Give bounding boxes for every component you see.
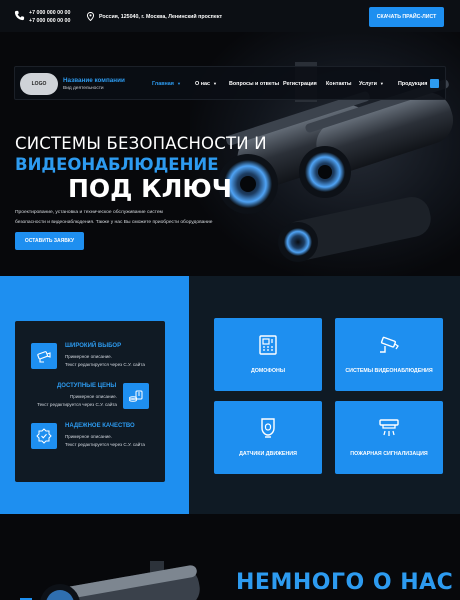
services-panel: [189, 276, 460, 514]
service-label: ПОЖАРНАЯ СИГНАЛИЗАЦИЯ: [350, 451, 428, 457]
hero-title-line3: ПОД КЛЮЧ: [68, 174, 232, 203]
service-intercoms[interactable]: ДОМОФОНЫ: [214, 318, 322, 391]
feature-text-line: Текст редактируется через С.У. сайта: [37, 401, 117, 407]
nav-item-about[interactable]: О нас ▼: [195, 81, 217, 87]
phone-icon: [14, 10, 25, 21]
hero-section: LOGO Название компании Вид деятельности …: [0, 32, 460, 276]
hero-description: Проектирование, установка и техническое …: [15, 208, 235, 228]
phone-number-1[interactable]: +7 000 000 00 00: [29, 9, 70, 17]
nav-item-registration[interactable]: Регистрация: [283, 81, 317, 87]
logo[interactable]: LOGO: [20, 73, 58, 95]
location-pin-icon: [86, 12, 95, 21]
features-section: ШИРОКИЙ ВЫБОР Примерное описание. Текст …: [0, 276, 460, 514]
top-bar: +7 000 000 00 00 +7 000 000 00 00 Россия…: [0, 0, 460, 32]
hero-title-line1: СИСТЕМЫ БЕЗОПАСНОСТИ И: [15, 134, 267, 153]
service-fire-alarm[interactable]: ПОЖАРНАЯ СИГНАЛИЗАЦИЯ: [335, 401, 443, 474]
chevron-down-icon: ▼: [176, 81, 181, 86]
nav-item-faq[interactable]: Вопросы и ответы: [229, 81, 279, 87]
phone-number-2[interactable]: +7 000 000 00 00: [29, 17, 70, 25]
chevron-down-icon: ▼: [379, 81, 384, 86]
feature-text: Примерное описание. Текст редактируется …: [32, 393, 117, 408]
service-label: ДОМОФОНЫ: [250, 368, 286, 374]
nav-item-contacts[interactable]: Контакты: [326, 81, 351, 87]
nav-item-label: Главная: [152, 81, 174, 87]
about-camera-image: [20, 561, 200, 600]
camera-icon: [31, 343, 57, 369]
address: Россия, 125040, г. Москва, Ленинский про…: [99, 14, 223, 20]
service-label: СИСТЕМЫ ВИДЕОНАБЛЮДЕНИЯ: [345, 368, 433, 374]
company-name[interactable]: Название компании: [63, 77, 125, 84]
main-navbar: LOGO Название компании Вид деятельности …: [14, 66, 446, 100]
download-price-button[interactable]: СКАЧАТЬ ПРАЙС-ЛИСТ: [369, 7, 444, 27]
service-cctv[interactable]: СИСТЕМЫ ВИДЕОНАБЛЮДЕНИЯ: [335, 318, 443, 391]
about-section: НЕМНОГО О НАС: [0, 514, 460, 600]
about-title: НЕМНОГО О НАС: [236, 570, 454, 595]
quality-badge-icon: [31, 423, 57, 449]
nav-item-home[interactable]: Главная ▼: [152, 81, 181, 87]
nav-more-icon[interactable]: [430, 79, 439, 88]
chevron-down-icon: ▼: [212, 81, 217, 86]
feature-title: НАДЕЖНОЕ КАЧЕСТВО: [65, 423, 135, 429]
feature-text-line: Текст редактируется через С.У. сайта: [65, 361, 145, 367]
feature-text: Примерное описание. Текст редактируется …: [65, 433, 145, 448]
service-label: ДАТЧИКИ ДВИЖЕНИЯ: [239, 451, 297, 457]
service-motion-sensors[interactable]: ДАТЧИКИ ДВИЖЕНИЯ: [214, 401, 322, 474]
feature-title: ШИРОКИЙ ВЫБОР: [65, 343, 122, 349]
advantages-card: ШИРОКИЙ ВЫБОР Примерное описание. Текст …: [15, 321, 165, 482]
hero-title-line2: ВИДЕОНАБЛЮДЕНИЕ: [15, 155, 219, 174]
money-icon: [123, 383, 149, 409]
company-activity: Вид деятельности: [63, 86, 104, 91]
feature-text: Примерное описание. Текст редактируется …: [65, 353, 145, 368]
feature-text-line: Примерное описание.: [69, 394, 117, 399]
leave-request-button[interactable]: ОСТАВИТЬ ЗАЯВКУ: [15, 232, 84, 250]
nav-item-label: Услуги: [359, 81, 377, 87]
motion-sensor-icon: [261, 418, 275, 438]
feature-text-line: Текст редактируется через С.У. сайта: [65, 441, 145, 447]
feature-text-line: Примерное описание.: [65, 434, 113, 439]
nav-item-label: О нас: [195, 81, 210, 87]
nav-item-products[interactable]: Продукция: [398, 81, 427, 87]
intercom-icon: [259, 335, 277, 355]
cctv-icon: [380, 336, 399, 353]
hero-description-line: Проектирование, установка и техническое …: [15, 210, 163, 215]
hero-description-line: безопасности и видеонаблюдения. Также у …: [15, 220, 213, 225]
fire-alarm-icon: [379, 419, 399, 436]
feature-text-line: Примерное описание.: [65, 354, 113, 359]
feature-title: ДОСТУПНЫЕ ЦЕНЫ: [57, 383, 117, 389]
phone-numbers[interactable]: +7 000 000 00 00 +7 000 000 00 00: [29, 9, 70, 25]
nav-item-services[interactable]: Услуги ▼: [359, 81, 384, 87]
